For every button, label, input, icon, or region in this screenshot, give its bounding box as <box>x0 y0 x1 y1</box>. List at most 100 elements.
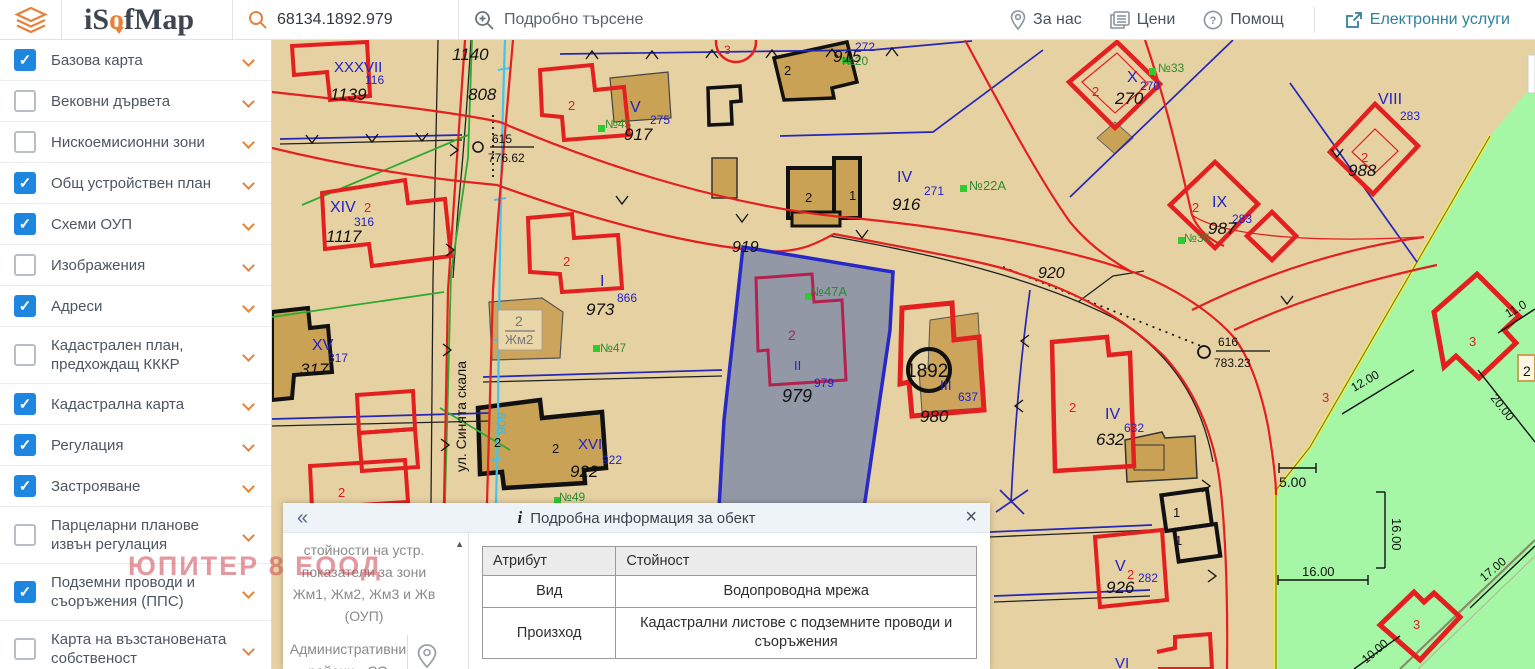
sidebar-layer-item-13[interactable]: Карта на възстановената собственост <box>0 621 271 669</box>
checkbox-unchecked-icon[interactable] <box>14 131 36 153</box>
map-label: 988 <box>1348 161 1377 180</box>
map-label: 637 <box>958 390 978 404</box>
checkbox-checked-icon[interactable]: ✓ <box>14 49 36 71</box>
map-label: VIII <box>1378 91 1402 108</box>
checkbox-checked-icon[interactable]: ✓ <box>14 172 36 194</box>
checkbox-checked-icon[interactable]: ✓ <box>14 475 36 497</box>
map-label: XIV <box>330 199 356 216</box>
chevron-down-icon[interactable] <box>242 439 255 452</box>
map-label: 808 <box>468 85 497 104</box>
checkbox-unchecked-icon[interactable] <box>14 344 36 366</box>
map-canvas[interactable]: XXXVII11611391140808XIV231611172V№452759… <box>272 40 1535 669</box>
checkbox-unchecked-icon[interactable] <box>14 638 36 660</box>
nav-eservices[interactable]: Електронни услуги <box>1345 11 1510 29</box>
svg-text:?: ? <box>1210 15 1217 27</box>
map-label: 916 <box>892 195 921 214</box>
sidebar-layer-item-11[interactable]: Парцеларни планове извън регулация <box>0 507 271 564</box>
search-input[interactable] <box>277 11 447 29</box>
nav-prices[interactable]: Цени <box>1110 11 1176 29</box>
map-label: V <box>1115 558 1126 575</box>
map-label: 2 <box>784 63 791 78</box>
map-label: 616 <box>1218 335 1238 349</box>
sidebar-layer-item-4[interactable]: ✓Схеми ОУП <box>0 204 271 245</box>
nav-help-label: Помощ <box>1230 11 1283 29</box>
chevron-down-icon[interactable] <box>242 586 255 599</box>
map-label: 275 <box>650 113 670 127</box>
map-label: 979 <box>782 386 812 406</box>
attributes-table-pane: Атрибут Стойност ВидВодопроводна мрежаПр… <box>469 533 990 669</box>
sidebar-item-label: Парцеларни планове извън регулация <box>51 516 244 554</box>
attribute-cell: Вид <box>483 576 616 608</box>
checkbox-checked-icon[interactable]: ✓ <box>14 213 36 235</box>
map-label: №47 <box>600 341 627 355</box>
checkbox-unchecked-icon[interactable] <box>14 524 36 546</box>
sidebar-layer-item-0[interactable]: ✓Базова карта <box>0 40 271 81</box>
checkbox-checked-icon[interactable]: ✓ <box>14 581 36 603</box>
detailed-search-button[interactable]: Подробно търсене <box>459 0 1004 40</box>
sidebar-layer-item-6[interactable]: ✓Адреси <box>0 286 271 327</box>
nav-divider <box>1314 7 1315 33</box>
layers-icon <box>14 5 48 35</box>
chevron-down-icon[interactable] <box>242 480 255 493</box>
chevron-down-icon[interactable] <box>242 177 255 190</box>
map-label: 2 <box>364 200 371 215</box>
checkbox-checked-icon[interactable]: ✓ <box>14 434 36 456</box>
checkbox-unchecked-icon[interactable] <box>14 254 36 276</box>
sidebar-layer-item-8[interactable]: ✓Кадастрална карта <box>0 384 271 425</box>
app-logo[interactable]: iSofMap <box>62 0 232 40</box>
sidebar-layer-item-12[interactable]: ✓Подземни проводи и съоръжения (ППС) <box>0 564 271 621</box>
map-label: 16.00 <box>1302 564 1335 579</box>
header-nav: За нас Цени ? Помощ <box>1010 7 1510 33</box>
checkbox-checked-icon[interactable]: ✓ <box>14 393 36 415</box>
chevron-down-icon[interactable] <box>242 398 255 411</box>
chevron-down-icon[interactable] <box>242 95 255 108</box>
sidebar-item-label: Карта на възстановената собственост <box>51 630 244 668</box>
selected-parcel-979[interactable] <box>719 247 893 508</box>
nav-about[interactable]: За нас <box>1010 10 1082 30</box>
chevron-down-icon[interactable] <box>242 218 255 231</box>
map-label: 3 <box>724 43 731 57</box>
legend-item-admin-regions[interactable]: Административни райони - СО <box>289 638 407 669</box>
sidebar-item-label: Изображения <box>51 256 244 275</box>
sidebar-layer-item-7[interactable]: Кадастрален план, предхождащ КККР <box>0 327 271 384</box>
sidebar-layer-item-1[interactable]: Вековни дървета <box>0 81 271 122</box>
chevron-down-icon[interactable] <box>242 643 255 656</box>
map-label: 866 <box>617 291 637 305</box>
logo-pin-accent: o <box>109 3 124 37</box>
price-list-icon <box>1110 11 1130 29</box>
map-label: 282 <box>1138 571 1158 585</box>
map-label: 1 <box>1173 505 1180 520</box>
panel-header: « iПодробна информация за обект × <box>283 503 990 533</box>
sidebar-layer-item-10[interactable]: ✓Застрояване <box>0 466 271 507</box>
checkbox-unchecked-icon[interactable] <box>14 90 36 112</box>
logo-text: iS <box>84 3 109 37</box>
chevron-down-icon[interactable] <box>242 529 255 542</box>
chevron-down-icon[interactable] <box>242 300 255 313</box>
scroll-up-icon[interactable]: ▲ <box>455 539 464 549</box>
map-label: 1 <box>1175 533 1182 548</box>
legend-pane: ▲ стойности на устр. показатели за зони … <box>283 533 469 669</box>
chevron-down-icon[interactable] <box>242 54 255 67</box>
map-label: 317 <box>328 351 348 365</box>
sidebar-layer-item-9[interactable]: ✓Регулация <box>0 425 271 466</box>
map-label: №47A <box>810 284 847 299</box>
legend-item-oup[interactable]: стойности на устр. показатели за зони Жм… <box>289 539 439 627</box>
map-label: №33 <box>1158 61 1185 75</box>
chevron-down-icon[interactable] <box>242 136 255 149</box>
map-label: 776.62 <box>488 151 525 165</box>
close-panel-button[interactable]: × <box>952 506 990 529</box>
chevron-down-icon[interactable] <box>242 259 255 272</box>
sidebar-item-label: Нискоемисионни зони <box>51 133 244 152</box>
map-label: 317 <box>300 360 329 379</box>
sidebar-layer-item-3[interactable]: ✓Общ устройствен план <box>0 163 271 204</box>
nav-help[interactable]: ? Помощ <box>1203 10 1283 30</box>
sidebar-layer-item-2[interactable]: Нискоемисионни зони <box>0 122 271 163</box>
help-circle-icon: ? <box>1203 10 1223 30</box>
map-label: 3 <box>1322 390 1329 405</box>
map-label: 917 <box>624 125 653 144</box>
chevron-down-icon[interactable] <box>242 349 255 362</box>
sidebar-layer-item-5[interactable]: Изображения <box>0 245 271 286</box>
checkbox-checked-icon[interactable]: ✓ <box>14 295 36 317</box>
layers-menu-button[interactable] <box>0 0 62 40</box>
map-label: X <box>1127 69 1138 86</box>
